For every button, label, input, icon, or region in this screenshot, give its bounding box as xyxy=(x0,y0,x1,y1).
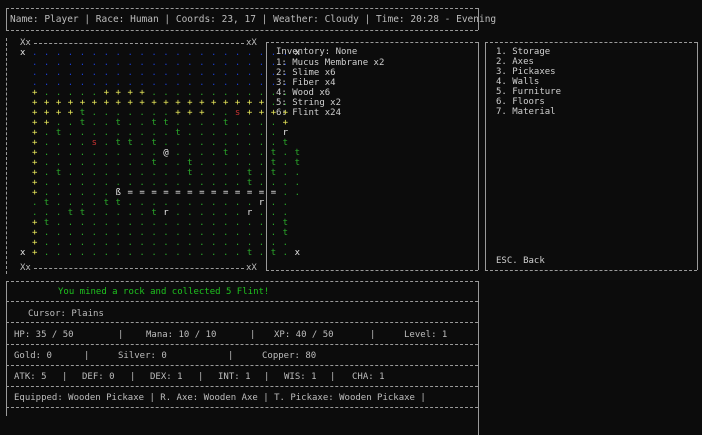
map-row: + . . . . . . . . . . . . . . . . . t . … xyxy=(31,178,301,188)
top-border xyxy=(6,8,478,9)
inventory-item[interactable]: 3: Fiber x4 xyxy=(276,78,384,88)
map-left-border xyxy=(6,38,7,274)
divider: | xyxy=(250,330,256,340)
map-row: + + + + t . . . . . . . + + + . . s + + … xyxy=(31,108,289,118)
inventory-right-border xyxy=(478,42,479,270)
status-right-border xyxy=(478,8,479,30)
stats-bottom-border xyxy=(6,344,478,345)
divider: | xyxy=(118,330,124,340)
divider: | xyxy=(264,372,270,382)
divider: | xyxy=(228,351,234,361)
silver-stat: Silver: 0 xyxy=(118,351,167,361)
equipped-bottom-border xyxy=(6,407,478,408)
map-row: + . . . . . . . . . t . . t . . . . . . … xyxy=(31,158,301,168)
map-row: + + . . t . . t . . t t . . . . t . . . … xyxy=(31,118,289,128)
map-corner-tr: xX xyxy=(246,38,257,48)
craft-menu-item[interactable]: 1. Storage xyxy=(496,47,561,57)
cursor-bottom-border xyxy=(6,322,478,323)
inventory-item[interactable]: 5: String x2 xyxy=(276,98,384,108)
cha-stat: CHA: 1 xyxy=(352,372,385,382)
craft-top-border xyxy=(485,42,697,43)
map-row: + . . . . . . . . . . @ . . . . t . . . … xyxy=(31,148,301,158)
map-row: + t . . . . . . . . . . . . . . . . . . … xyxy=(31,218,289,228)
divider: | xyxy=(198,372,204,382)
int-stat: INT: 1 xyxy=(218,372,251,382)
craft-menu-item[interactable]: 6. Floors xyxy=(496,97,561,107)
map-row: + . t . . . . . . . . . . t . . . . t . … xyxy=(31,168,301,178)
craft-menu-item[interactable]: 7. Material xyxy=(496,107,561,117)
divider: | xyxy=(84,351,90,361)
map-panel[interactable]: Xx xX Xx xX x . . . . . . . . . . . . . … xyxy=(14,38,300,274)
map-top-border xyxy=(34,43,244,44)
equipped-info: Equipped: Wooden Pickaxe | R. Axe: Woode… xyxy=(14,393,426,403)
def-stat: DEF: 0 xyxy=(82,372,115,382)
craft-menu-item[interactable]: 5. Furniture xyxy=(496,87,561,97)
status-bottom-border xyxy=(6,30,478,31)
map-row: + . . . . . + + + + . . . . . . . . . . … xyxy=(31,88,289,98)
map-row: . . . . . . . . . . . . . . . . . . . . … xyxy=(31,68,289,78)
map-corner-bl: Xx xyxy=(20,263,31,273)
craft-back-option[interactable]: ESC. Back xyxy=(496,256,545,266)
inventory-bottom-border xyxy=(266,270,478,271)
hp-stat: HP: 35 / 50 xyxy=(14,330,74,340)
message-top-border xyxy=(6,281,478,282)
message-bottom-border xyxy=(6,301,478,302)
inventory-top-border xyxy=(266,42,478,43)
map-row: + + + + + + + + + + + + + + + + + + + + … xyxy=(31,98,289,108)
map-corner-tl: Xx xyxy=(20,38,31,48)
map-row: + . . . . . . . . . . . . . . . . . . . … xyxy=(31,238,289,248)
status-line: Name: Player | Race: Human | Coords: 23,… xyxy=(10,14,497,25)
map-row: + . . . . . . ß = = = = = = = = = = = = … xyxy=(31,188,301,198)
inventory-item[interactable]: 6: Flint x24 xyxy=(276,108,384,118)
map-bottom-border xyxy=(34,268,244,269)
gold-stat: Gold: 0 xyxy=(14,351,52,361)
craft-menu-item[interactable]: 4. Walls xyxy=(496,77,561,87)
inventory-left-border xyxy=(266,42,267,270)
atk-stat: ATK: 5 xyxy=(14,372,47,382)
map-row: + . . . . s . t t . t . . . . . . . . . … xyxy=(31,138,289,148)
inventory-item[interactable]: 4: Wood x6 xyxy=(276,88,384,98)
inventory-list: 1: Mucus Membrane x2 2: Slime x6 3: Fiber … xyxy=(276,58,384,118)
map-row: . . . t t . . . . . t r . . . . . . r . … xyxy=(31,208,289,218)
divider: | xyxy=(330,372,336,382)
status-left-border xyxy=(6,8,7,30)
copper-stat: Copper: 80 xyxy=(262,351,317,361)
map-row: . . . . . . . . . . . . . . . . . . . . … xyxy=(31,58,289,68)
map-row: x . . . . . . . . . . . . . . . . . . . … xyxy=(20,48,301,58)
attributes-bottom-border xyxy=(6,386,478,387)
divider: | xyxy=(62,372,68,382)
map-row: . . . . . . . . . . . . . . . . . . . . … xyxy=(31,78,289,88)
level-stat: Level: 1 xyxy=(404,330,448,340)
craft-menu-list[interactable]: 1. Storage 2. Axes 3. Pickaxes 4. Walls 5. F… xyxy=(496,47,561,117)
message-text: You mined a rock and collected 5 Flint! xyxy=(58,287,270,297)
inventory-item[interactable]: 1: Mucus Membrane x2 xyxy=(276,58,384,68)
craft-left-border xyxy=(485,42,486,270)
craft-bottom-border xyxy=(485,270,697,271)
map-row: + . t . . . . . . . . . t . . . . . . . … xyxy=(31,128,289,138)
mana-stat: Mana: 10 / 10 xyxy=(146,330,217,340)
map-row: + . . . . . . . . . . . . . . . . . . . … xyxy=(31,228,289,238)
craft-menu-item[interactable]: 2. Axes xyxy=(496,57,561,67)
xp-stat: XP: 40 / 50 xyxy=(274,330,334,340)
divider: | xyxy=(130,372,136,382)
bottom-right-border xyxy=(478,281,479,435)
craft-right-border xyxy=(697,42,698,270)
inventory-item[interactable]: 2: Slime x6 xyxy=(276,68,384,78)
map-corner-br: xX xyxy=(246,263,257,273)
inventory-header: Inventory: None xyxy=(276,47,358,57)
craft-menu-item[interactable]: 3. Pickaxes xyxy=(496,67,561,77)
divider: | xyxy=(370,330,376,340)
cursor-info: Cursor: Plains xyxy=(28,309,104,319)
map-row: . t . . . . t t . . . . . . . . . . . r … xyxy=(31,198,289,208)
wis-stat: WIS: 1 xyxy=(284,372,317,382)
bottom-left-border xyxy=(6,281,7,416)
dex-stat: DEX: 1 xyxy=(150,372,183,382)
map-row: x + . . . . . . . . . . . . . . . . . t … xyxy=(20,248,301,258)
money-bottom-border xyxy=(6,365,478,366)
